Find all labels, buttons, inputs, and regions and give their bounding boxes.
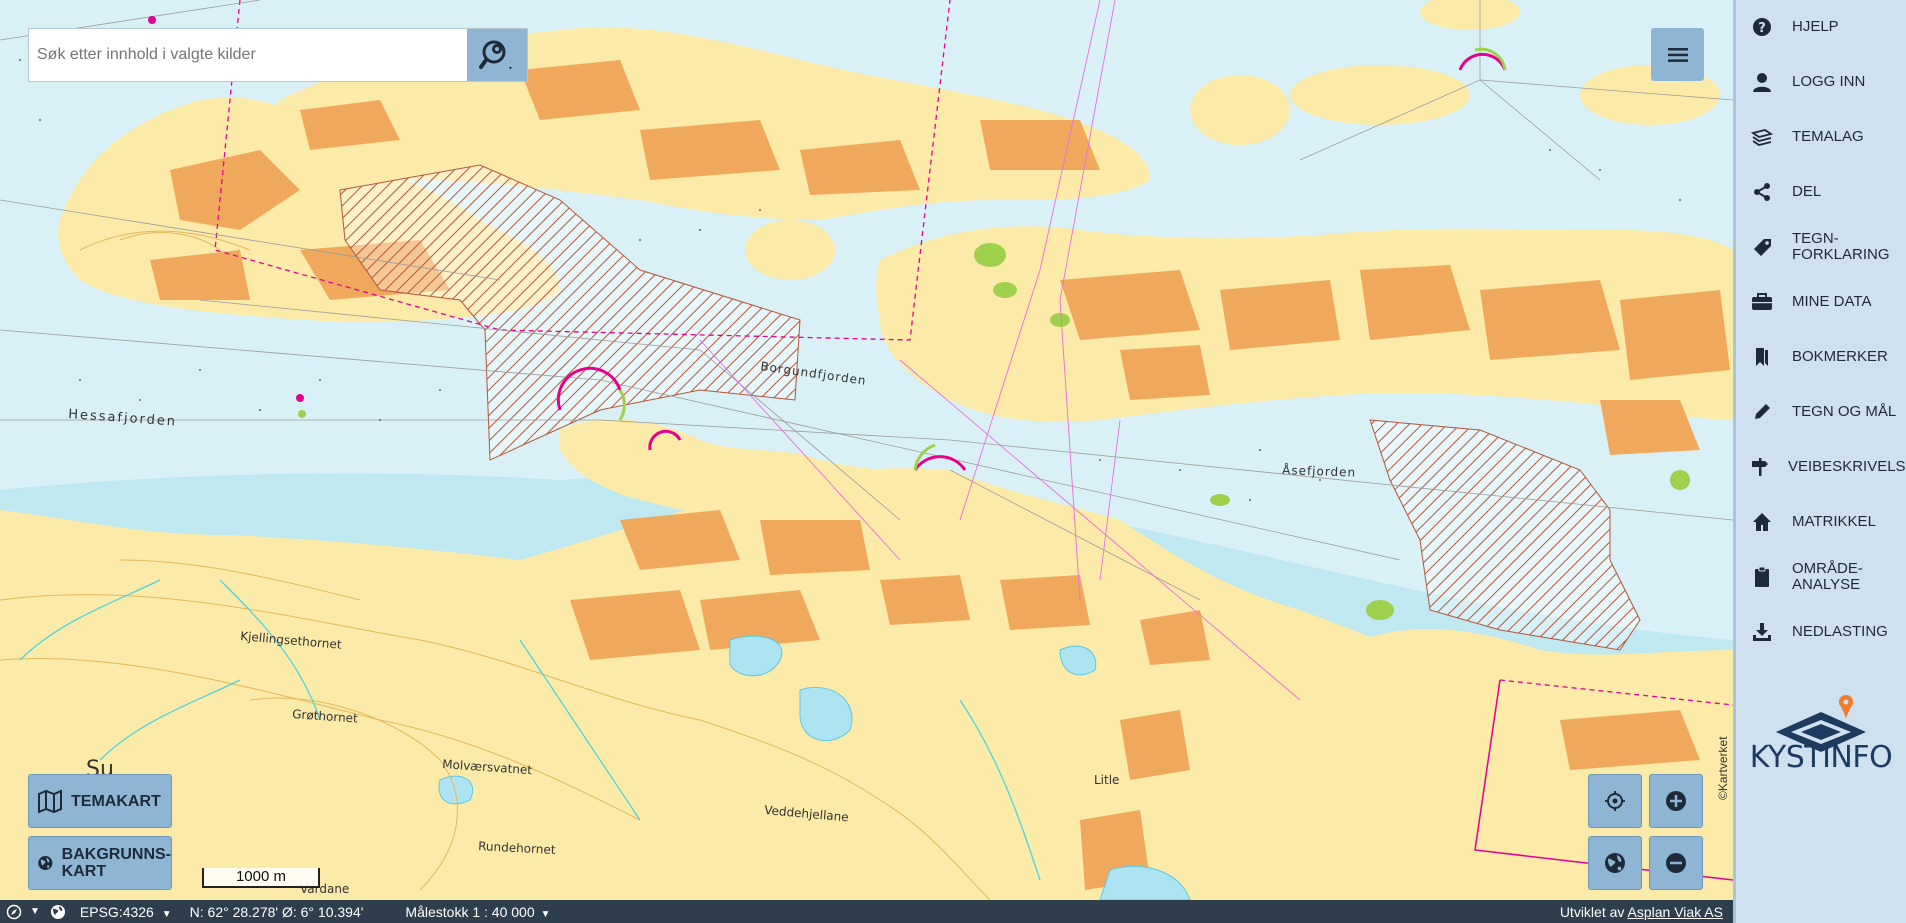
dropdown-arrow-icon[interactable]: ▼: [30, 906, 40, 917]
sidebar-item-share[interactable]: DEL: [1736, 169, 1906, 215]
projection-select[interactable]: EPSG:4326 ▼: [80, 904, 172, 920]
sidebar-item-label: DEL: [1792, 183, 1822, 200]
credit-prefix: Utviklet av: [1559, 903, 1625, 920]
menu-button[interactable]: [1651, 28, 1704, 81]
globe-icon: [1605, 853, 1625, 873]
attribution: ©Kartverket: [1716, 736, 1730, 800]
crosshair-icon: [1605, 791, 1625, 811]
bookmark-icon: [1750, 345, 1774, 369]
zoom-out-button[interactable]: [1649, 836, 1703, 890]
map-canvas[interactable]: Hessafjorden Borgundfjorden Åsefjorden K…: [0, 0, 1733, 900]
dropdown-arrow-icon: ▼: [540, 908, 551, 920]
zoom-in-button[interactable]: [1649, 774, 1703, 828]
pencil-icon: [1750, 400, 1774, 424]
cursor-coordinates: N: 62° 28.278' Ø: 6° 10.394': [189, 903, 364, 920]
layers-icon: [1750, 125, 1774, 149]
sidebar-item-label: TEGN OG MÅL: [1792, 403, 1897, 420]
scale-select[interactable]: Målestokk 1 : 40 000 ▼: [405, 904, 550, 920]
sidebar-item-label: LOGG INN: [1792, 73, 1866, 90]
sidebar-item-area-analysis[interactable]: OMRÅDE- ANALYSE: [1736, 554, 1906, 600]
credit-link[interactable]: Asplan Viak AS: [1628, 904, 1723, 920]
sidebar-item-draw[interactable]: TEGN OG MÅL: [1736, 389, 1906, 435]
map-label: Åsefjorden: [1282, 462, 1357, 480]
map-label: Litle: [1094, 773, 1119, 787]
compass-icon[interactable]: [6, 904, 22, 920]
sidebar-item-download[interactable]: NEDLASTING: [1736, 609, 1906, 655]
sidebar-item-label: NEDLASTING: [1792, 623, 1888, 640]
islet: [766, 241, 814, 269]
search-box: [28, 28, 528, 82]
sidebar-item-bookmarks[interactable]: BOKMERKER: [1736, 334, 1906, 380]
poi-marker[interactable]: [148, 16, 156, 24]
sidebar-item-mydata[interactable]: MINE DATA: [1736, 279, 1906, 325]
globe-icon: [38, 855, 53, 871]
user-icon: [1750, 70, 1774, 94]
tag-icon: [1750, 235, 1774, 259]
sidebar-item-label: TEMALAG: [1792, 128, 1864, 145]
sidebar: ? HJELP LOGG INN TEMALAG DEL TEGN- FORKL…: [1733, 0, 1906, 923]
hamburger-icon: [1667, 47, 1688, 62]
credit: Utviklet av Asplan Viak AS: [1560, 904, 1723, 920]
scale-label: Målestokk 1 : 40 000: [405, 903, 535, 920]
sidebar-item-legend[interactable]: TEGN- FORKLARING: [1736, 224, 1906, 270]
globe-icon[interactable]: [50, 904, 66, 920]
scale-bar: 1000 m: [202, 868, 320, 888]
poi-marker[interactable]: [298, 410, 306, 418]
help-icon: ?: [1750, 15, 1774, 39]
sidebar-item-matrikkel[interactable]: MATRIKKEL: [1736, 499, 1906, 545]
sidebar-item-label: MATRIKKEL: [1792, 513, 1876, 530]
search-settings-button[interactable]: [467, 29, 527, 81]
my-location-button[interactable]: [1588, 774, 1642, 828]
home-icon: [1750, 510, 1774, 534]
kystinfo-logo[interactable]: KYSTINFO: [1746, 690, 1896, 780]
briefcase-icon: [1750, 290, 1774, 314]
status-bar: ▼ EPSG:4326 ▼ N: 62° 28.278' Ø: 6° 10.39…: [0, 900, 1733, 923]
sidebar-item-label: TEGN- FORKLARING: [1792, 230, 1890, 263]
sidebar-item-label: VEIBESKRIVELSE: [1788, 458, 1906, 475]
download-icon: [1750, 620, 1774, 644]
map-icon: [38, 789, 62, 814]
globe-view-button[interactable]: [1588, 836, 1642, 890]
dropdown-arrow-icon: ▼: [161, 908, 172, 920]
sidebar-item-help[interactable]: ? HJELP: [1736, 4, 1906, 50]
svg-text:?: ?: [1758, 21, 1766, 36]
bakgrunnskart-button[interactable]: BAKGRUNNS- KART: [28, 836, 172, 890]
sidebar-item-label: HJELP: [1792, 18, 1839, 35]
temakart-label: TEMAKART: [71, 792, 161, 810]
bakgrunnskart-label: BAKGRUNNS- KART: [61, 846, 171, 880]
sidebar-item-login[interactable]: LOGG INN: [1736, 59, 1906, 105]
signpost-icon: [1750, 455, 1770, 479]
kystinfo-logo-text: KYSTINFO: [1749, 740, 1893, 775]
temakart-button[interactable]: TEMAKART: [28, 774, 172, 828]
minus-icon: [1666, 853, 1686, 873]
plus-icon: [1666, 791, 1686, 811]
sidebar-item-label: MINE DATA: [1792, 293, 1872, 310]
projection-label: EPSG:4326: [79, 903, 154, 920]
sidebar-item-label: BOKMERKER: [1792, 348, 1888, 365]
search-input[interactable]: [29, 29, 467, 81]
islet: [1290, 65, 1470, 125]
share-icon: [1750, 180, 1774, 204]
islet: [1190, 75, 1290, 145]
sidebar-item-directions[interactable]: VEIBESKRIVELSE: [1736, 444, 1906, 490]
poi-marker[interactable]: [296, 394, 304, 402]
search-settings-icon: [479, 40, 512, 70]
sidebar-item-temalag[interactable]: TEMALAG: [1736, 114, 1906, 160]
sidebar-item-label: OMRÅDE- ANALYSE: [1792, 560, 1863, 593]
clipboard-icon: [1750, 565, 1774, 589]
